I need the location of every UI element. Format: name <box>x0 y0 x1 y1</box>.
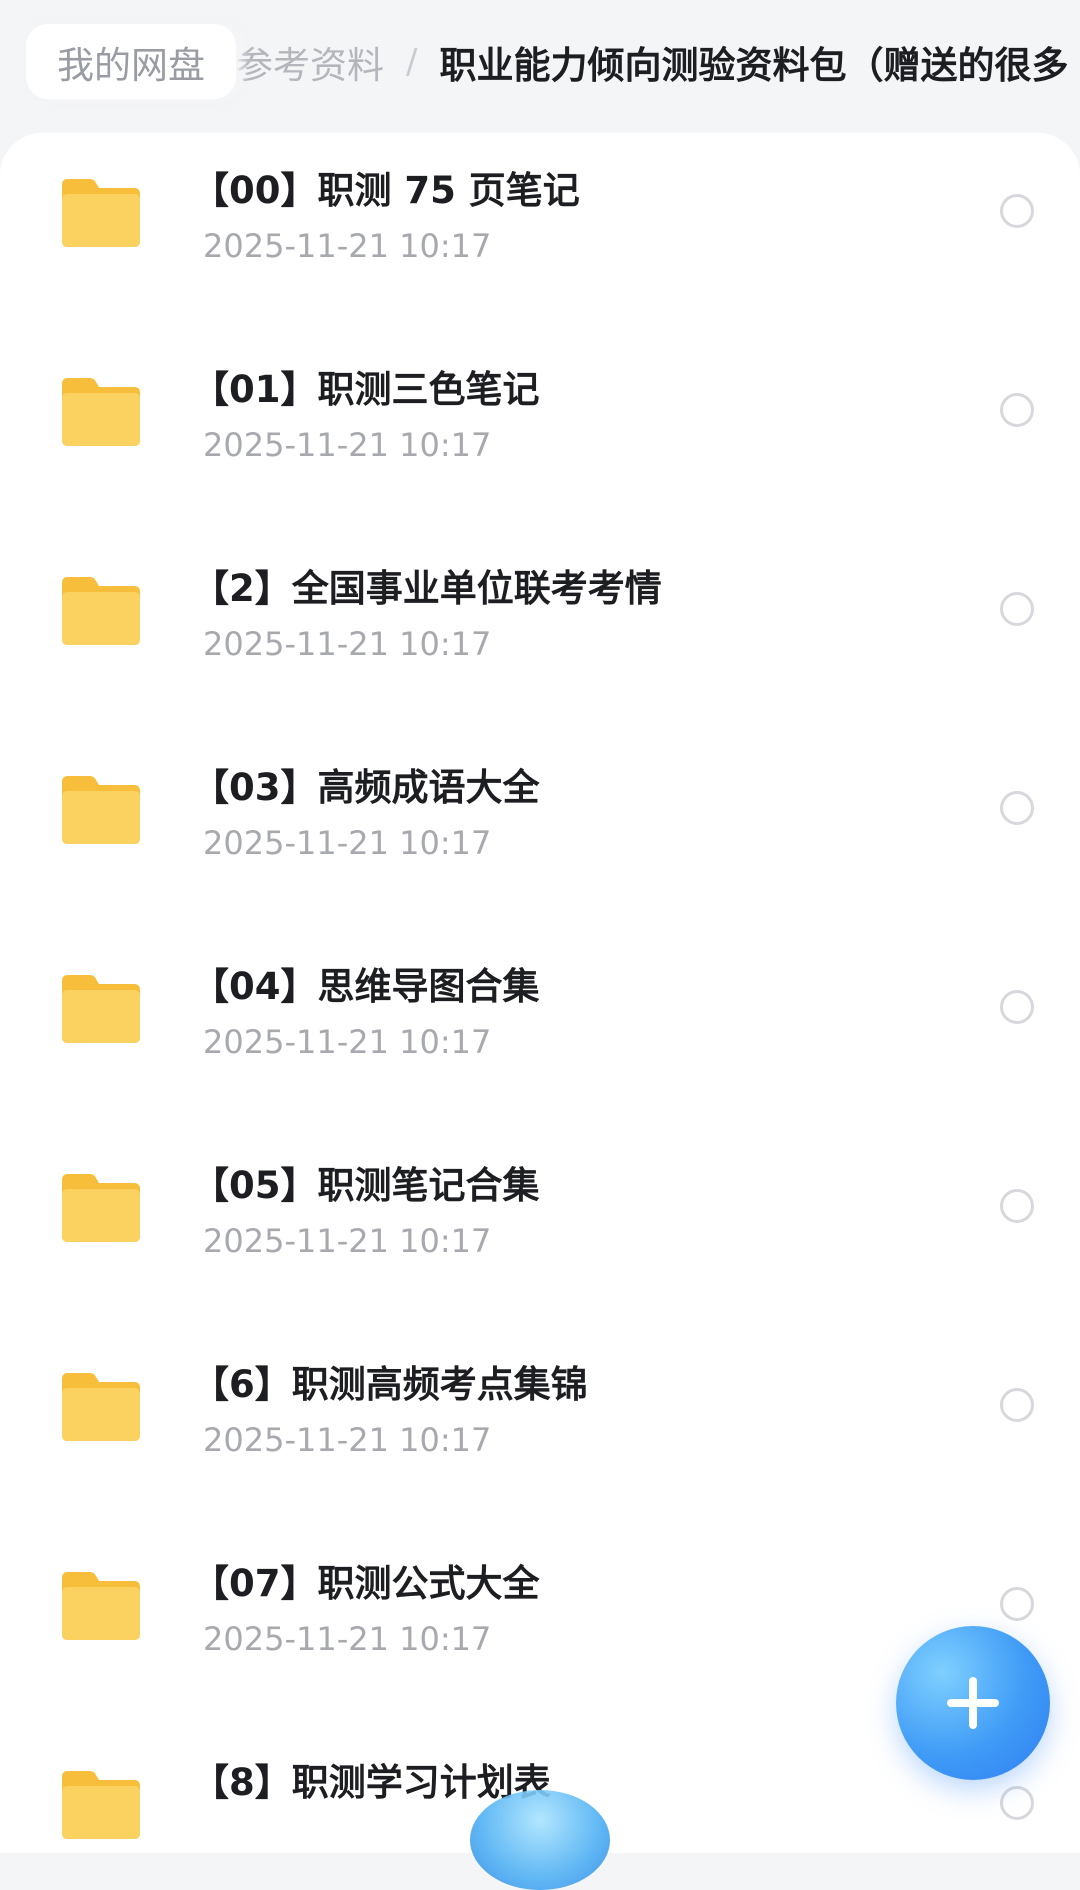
file-date: 2025-11-21 10:17 <box>203 426 492 464</box>
file-name: 【2】全国事业单位联考考情 <box>192 567 662 610</box>
select-radio[interactable] <box>1000 393 1034 427</box>
bottom-bubble-icon[interactable] <box>470 1790 610 1890</box>
folder-icon <box>62 1174 140 1242</box>
breadcrumb-trail: 参考资料 / 职业能力倾向测验资料包（赠送的很多 <box>236 24 1068 99</box>
file-item[interactable]: 【04】思维导图合集 2025-11-21 10:17 <box>0 929 1080 1128</box>
select-radio[interactable] <box>1000 1388 1034 1422</box>
select-radio[interactable] <box>1000 791 1034 825</box>
select-radio[interactable] <box>1000 592 1034 626</box>
file-name: 【07】职测公式大全 <box>192 1562 540 1605</box>
plus-icon <box>947 1677 999 1729</box>
add-button[interactable] <box>896 1626 1050 1780</box>
select-radio[interactable] <box>1000 990 1034 1024</box>
breadcrumb-separator: / <box>406 41 418 82</box>
breadcrumb: 我的网盘 参考资料 / 职业能力倾向测验资料包（赠送的很多 <box>0 0 1080 125</box>
file-item[interactable]: 【00】职测 75 页笔记 2025-11-21 10:17 <box>0 133 1080 332</box>
file-date: 2025-11-21 10:17 <box>203 1620 492 1658</box>
file-name: 【03】高频成语大全 <box>192 766 540 809</box>
file-item[interactable]: 【2】全国事业单位联考考情 2025-11-21 10:17 <box>0 531 1080 730</box>
file-date: 2025-11-21 10:17 <box>203 824 492 862</box>
breadcrumb-current: 职业能力倾向测验资料包（赠送的很多 <box>439 43 1069 87</box>
file-list: 【00】职测 75 页笔记 2025-11-21 10:17 【01】职测三色笔… <box>0 133 1080 1853</box>
select-radio[interactable] <box>1000 1786 1034 1820</box>
select-radio[interactable] <box>1000 1189 1034 1223</box>
folder-icon <box>62 776 140 844</box>
folder-icon <box>62 1373 140 1441</box>
file-date: 2025-11-21 10:17 <box>203 1222 492 1260</box>
breadcrumb-parent[interactable]: 参考资料 <box>236 35 384 89</box>
file-item[interactable]: 【6】职测高频考点集锦 2025-11-21 10:17 <box>0 1327 1080 1526</box>
file-item[interactable]: 【03】高频成语大全 2025-11-21 10:17 <box>0 730 1080 929</box>
file-name: 【04】思维导图合集 <box>192 965 540 1008</box>
file-date: 2025-11-21 10:17 <box>203 625 492 663</box>
file-date: 2025-11-21 10:17 <box>203 1421 492 1459</box>
file-name: 【00】职测 75 页笔记 <box>192 169 580 212</box>
file-name: 【6】职测高频考点集锦 <box>192 1363 588 1406</box>
file-item[interactable]: 【01】职测三色笔记 2025-11-21 10:17 <box>0 332 1080 531</box>
folder-icon <box>62 1572 140 1640</box>
file-date: 2025-11-21 10:17 <box>203 227 492 265</box>
folder-icon <box>62 975 140 1043</box>
folder-icon <box>62 179 140 247</box>
folder-icon <box>62 1771 140 1839</box>
file-name: 【8】职测学习计划表 <box>192 1761 551 1804</box>
file-name: 【05】职测笔记合集 <box>192 1164 540 1207</box>
file-item[interactable]: 【05】职测笔记合集 2025-11-21 10:17 <box>0 1128 1080 1327</box>
file-date: 2025-11-21 10:17 <box>203 1023 492 1061</box>
select-radio[interactable] <box>1000 194 1034 228</box>
folder-icon <box>62 577 140 645</box>
select-radio[interactable] <box>1000 1587 1034 1621</box>
breadcrumb-home[interactable]: 我的网盘 <box>26 24 236 99</box>
folder-icon <box>62 378 140 446</box>
file-name: 【01】职测三色笔记 <box>192 368 540 411</box>
